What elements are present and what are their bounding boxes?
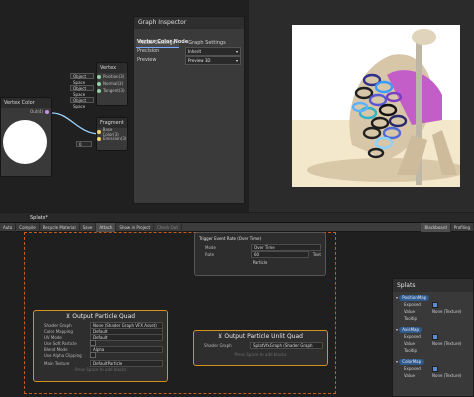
blackboard-title: Splats <box>393 279 473 292</box>
output-particle-unlit-quad[interactable]: ⊻ Output Particle Unlit Quad Shader Grap… <box>193 330 328 366</box>
profiling-toggle[interactable]: Profiling <box>451 222 474 232</box>
property-pill[interactable]: ColorMap <box>399 358 425 365</box>
blackboard-item-axismap[interactable]: ▾ AxisMap Exposed Value None (Texture) To… <box>393 324 473 356</box>
fragment-port-emission[interactable]: Emission(3) <box>97 135 127 142</box>
unlit-quad-title: Output Particle Unlit Quad <box>224 333 303 340</box>
blend-mode-dropdown[interactable]: Alpha <box>90 345 163 353</box>
property-pill[interactable]: PositionMap <box>399 294 430 301</box>
check-out-button[interactable]: Check Out <box>154 222 182 232</box>
trigger-event-title: Trigger Event Rate (Over Time) <box>199 236 262 241</box>
unlit-add-blocks-hint: Press Space to add blocks <box>234 352 287 357</box>
blend-mode-label: Blend Mode <box>44 346 68 352</box>
tab-splats[interactable]: Splats* <box>30 215 48 221</box>
value-field[interactable]: None (Texture) <box>432 309 461 314</box>
fragment-port-base-color[interactable]: Base Color(3) <box>97 127 127 137</box>
attach-button[interactable]: Attach <box>96 222 117 232</box>
value-field[interactable]: None (Texture) <box>432 341 461 346</box>
color-mapping-label: Color Mapping <box>44 328 73 334</box>
fragment-block[interactable]: Fragment Base Color(3) Emission(3) <box>96 117 128 151</box>
vertex-port-position[interactable]: Position(3) <box>97 73 127 80</box>
tooltip-label: Tooltip <box>404 348 417 353</box>
space-slot-tangent[interactable]: Object Space <box>70 97 94 109</box>
graph-inspector[interactable]: Graph Inspector Node Settings Graph Sett… <box>133 16 245 204</box>
value-label: Value <box>404 341 415 346</box>
rate-text-button[interactable]: Text <box>313 252 321 257</box>
rate-label: Rate <box>205 251 215 257</box>
out-port-dot[interactable] <box>45 109 49 114</box>
blackboard-toggle[interactable]: Blackboard <box>421 222 451 232</box>
quad-add-blocks-hint: Press Space to add blocks <box>74 367 127 372</box>
chevron-down-icon: ▾ <box>235 48 238 54</box>
mode-dropdown[interactable]: Over Time <box>251 243 321 251</box>
vertex-port-normal[interactable]: Normal(3) <box>97 80 127 87</box>
unlit-shader-graph-field[interactable]: SplatVfxGraph (Shader Graph VFX) <box>250 341 323 349</box>
vertex-block-title: Vertex <box>97 63 127 73</box>
value-label: Value <box>404 309 415 314</box>
precision-label: Precision <box>137 48 160 54</box>
save-button[interactable]: Save <box>80 222 97 232</box>
preview-label: Preview <box>137 57 157 63</box>
exposed-label: Exposed <box>404 302 421 307</box>
preview-dropdown[interactable]: Preview 3D ▾ <box>185 55 241 65</box>
inspector-title: Graph Inspector <box>134 17 244 29</box>
space-slot-position[interactable]: Object Space <box>70 73 94 85</box>
scene-render[interactable] <box>292 25 460 187</box>
value-label: Value <box>404 373 415 378</box>
unlit-shader-graph-label: Shader Graph <box>204 342 232 348</box>
exposed-checkbox[interactable] <box>432 333 438 340</box>
uv-mode-dropdown[interactable]: Default <box>90 333 163 341</box>
auto-toggle[interactable]: Auto <box>0 222 17 232</box>
out-port-label: Out(4) <box>30 109 43 114</box>
compile-button[interactable]: Compile <box>16 222 40 232</box>
alpha-clipping-label: Use Alpha Clipping <box>44 352 82 358</box>
exposed-checkbox[interactable] <box>432 365 438 372</box>
emission-slot[interactable]: 0 <box>76 141 92 147</box>
precision-dropdown[interactable]: Inherit ▾ <box>185 46 241 56</box>
vertex-port-tangent[interactable]: Tangent(3) <box>97 87 127 94</box>
blackboard-panel[interactable]: Splats ▾ PositionMap Exposed Value None (… <box>392 278 474 397</box>
quad-title: Output Particle Quad <box>72 313 136 320</box>
value-field[interactable]: None (Texture) <box>432 373 461 378</box>
show-in-project-button[interactable]: Show in Project <box>116 222 155 232</box>
exposed-checkbox[interactable] <box>432 301 438 308</box>
alpha-clipping-checkbox[interactable] <box>90 352 96 358</box>
chevron-down-icon: ▾ <box>235 57 238 63</box>
vertex-color-node-title: Vertex Color <box>1 98 51 108</box>
space-slot-normal[interactable]: Object Space <box>70 85 94 97</box>
exposed-label: Exposed <box>404 366 421 371</box>
vertex-block[interactable]: Vertex Position(3) Normal(3) Tangent(3) <box>96 62 128 106</box>
preview-sphere <box>3 120 47 164</box>
shader-graph-label: Shader Graph <box>44 322 72 328</box>
property-pill[interactable]: AxisMap <box>399 326 423 333</box>
gaussian-splat-figure <box>292 29 460 187</box>
particle-out-label: Particle <box>252 260 268 265</box>
tooltip-label: Tooltip <box>404 316 417 321</box>
blackboard-item-positionmap[interactable]: ▾ PositionMap Exposed Value None (Texture… <box>393 292 473 324</box>
soft-particle-label: Use Soft Particle <box>44 340 77 346</box>
vfx-toolbar: Auto Compile Recycle Material Save Attac… <box>0 222 474 232</box>
mode-label: Mode <box>205 244 216 250</box>
recycle-material-button[interactable]: Recycle Material <box>40 222 80 232</box>
rate-field[interactable]: 60 <box>251 250 309 258</box>
uv-mode-label: UV Mode <box>44 334 62 340</box>
vertex-color-node[interactable]: Vertex Color Out(4) <box>0 97 52 177</box>
trigger-event-node[interactable]: Trigger Event Rate (Over Time) Mode Over … <box>194 232 326 276</box>
exposed-label: Exposed <box>404 334 421 339</box>
main-texture-field[interactable]: DefaultParticle <box>90 359 163 367</box>
output-particle-quad[interactable]: ⊻ Output Particle Quad Shader Graph None … <box>33 310 168 382</box>
blackboard-item-colormap[interactable]: ▾ ColorMap Exposed Value None (Texture) <box>393 356 473 381</box>
main-texture-label: Main Texture <box>44 360 70 366</box>
vfx-tab-bar: Splats* <box>0 213 474 223</box>
